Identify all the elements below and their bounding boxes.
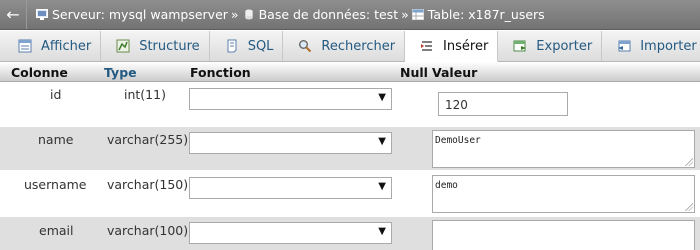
breadcrumb-server-label: Serveur: mysql wampserver bbox=[52, 7, 228, 22]
table-row: name varchar(255) ▼ DemoUser bbox=[0, 127, 700, 171]
header-type: Type bbox=[104, 65, 137, 80]
tab-structure-label: Structure bbox=[139, 38, 200, 54]
header-null: Null bbox=[400, 65, 428, 80]
sql-icon bbox=[227, 39, 237, 53]
chevron-down-icon: ▼ bbox=[378, 226, 386, 237]
resize-handle-icon[interactable] bbox=[685, 158, 693, 166]
column-type: varchar(150) bbox=[107, 177, 189, 192]
server-icon bbox=[36, 9, 48, 20]
export-icon bbox=[513, 40, 527, 52]
tab-inserer-label: Insérer bbox=[443, 38, 489, 54]
tab-sql-label: SQL bbox=[247, 38, 274, 54]
tab-afficher-label: Afficher bbox=[41, 38, 92, 54]
function-select[interactable]: ▼ bbox=[189, 88, 392, 110]
header-fonction: Fonction bbox=[190, 65, 251, 80]
tab-bar: Afficher Structure SQL Rechercher Insére… bbox=[0, 31, 700, 62]
function-select[interactable]: ▼ bbox=[189, 132, 392, 154]
tab-importer-label: Importer bbox=[640, 38, 697, 54]
column-name: email bbox=[39, 223, 74, 238]
header-valeur: Valeur bbox=[432, 65, 478, 80]
value-textarea[interactable]: demo bbox=[432, 175, 695, 213]
breadcrumb-table[interactable]: Table: x187r_users bbox=[410, 7, 545, 22]
table-icon bbox=[411, 9, 424, 20]
function-select[interactable]: ▼ bbox=[189, 222, 392, 244]
column-name: id bbox=[50, 87, 62, 102]
header-colonne: Colonne bbox=[11, 65, 68, 80]
chevron-down-icon: ▼ bbox=[378, 92, 386, 103]
value-textarea[interactable] bbox=[432, 220, 695, 250]
tab-structure[interactable]: Structure bbox=[101, 31, 210, 61]
breadcrumb: ← Serveur: mysql wampserver » Base de do… bbox=[0, 0, 700, 30]
structure-icon bbox=[116, 39, 130, 53]
breadcrumb-database[interactable]: Base de données: test bbox=[240, 7, 399, 22]
back-arrow-icon[interactable]: ← bbox=[0, 0, 27, 29]
chevron-down-icon: ▼ bbox=[378, 181, 386, 192]
database-icon bbox=[244, 9, 253, 20]
breadcrumb-table-label: Table: x187r_users bbox=[427, 7, 545, 22]
tab-exporter-label: Exporter bbox=[536, 38, 593, 54]
table-header: Colonne Type Fonction Null Valeur bbox=[0, 62, 700, 82]
column-type: int(11) bbox=[124, 87, 166, 102]
chevron-down-icon: ▼ bbox=[378, 136, 386, 147]
tab-rechercher[interactable]: Rechercher bbox=[283, 31, 406, 61]
insert-icon bbox=[421, 41, 433, 51]
insert-form-table: Colonne Type Fonction Null Valeur id int… bbox=[0, 62, 700, 250]
resize-handle-icon[interactable] bbox=[685, 203, 693, 211]
tab-importer[interactable]: Importer bbox=[602, 31, 700, 61]
breadcrumb-separator: » bbox=[230, 7, 239, 22]
breadcrumb-database-label: Base de données: test bbox=[258, 7, 399, 22]
breadcrumb-separator: » bbox=[401, 7, 409, 22]
tab-rechercher-label: Rechercher bbox=[321, 38, 396, 54]
tab-inserer[interactable]: Insérer bbox=[405, 31, 499, 62]
tab-afficher[interactable]: Afficher bbox=[0, 31, 102, 61]
tab-exporter[interactable]: Exporter bbox=[498, 31, 603, 61]
function-select[interactable]: ▼ bbox=[189, 177, 392, 199]
import-icon bbox=[618, 40, 631, 52]
table-row: email varchar(100) ▼ bbox=[0, 217, 700, 250]
breadcrumb-server[interactable]: Serveur: mysql wampserver bbox=[27, 7, 228, 22]
column-type: varchar(255) bbox=[107, 132, 189, 147]
browse-icon bbox=[18, 39, 32, 53]
value-textarea[interactable]: DemoUser bbox=[432, 130, 695, 168]
table-row: id int(11) ▼ 120 bbox=[0, 82, 700, 127]
column-type: varchar(100) bbox=[107, 223, 189, 238]
column-name: name bbox=[38, 132, 74, 147]
value-input[interactable]: 120 bbox=[438, 92, 568, 116]
column-name: username bbox=[24, 177, 87, 192]
table-row: username varchar(150) ▼ demo bbox=[0, 171, 700, 217]
search-icon bbox=[299, 40, 312, 53]
tab-sql[interactable]: SQL bbox=[210, 31, 284, 61]
